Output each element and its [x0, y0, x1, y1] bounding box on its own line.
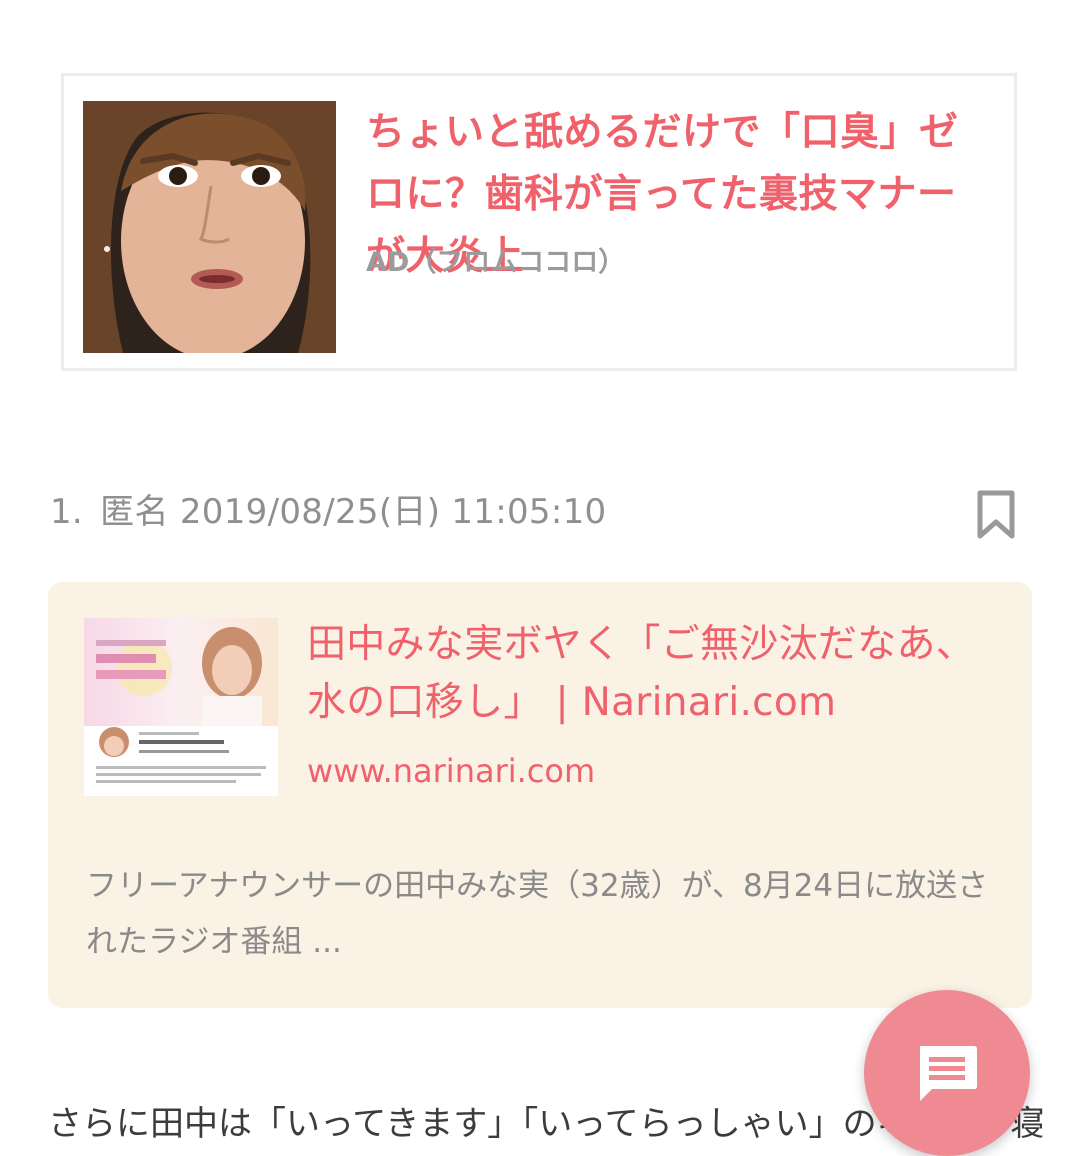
link-preview-description: フリーアナウンサーの田中みな実（32歳）が、8月24日に放送されたラジオ番組 .…	[86, 868, 989, 960]
comment-datetime: 2019/08/25(日) 11:05:10	[179, 492, 607, 532]
ad-card[interactable]: ちょいと舐めるだけで「口臭」ゼロに？歯科が言ってた裏技マナーが大炎上 AD（フロ…	[61, 73, 1017, 371]
comment-meta: 1. 匿名 2019/08/25(日) 11:05:10	[50, 484, 606, 533]
link-preview-title[interactable]: 田中みな実ボヤく「ご無沙汰だなあ、水の口移し」 | Narinari.com	[307, 616, 1007, 732]
link-preview-url[interactable]: www.narinari.com	[307, 752, 595, 790]
comment-number: 1.	[50, 492, 84, 532]
link-preview-card[interactable]: 田中みな実ボヤく「ご無沙汰だなあ、水の口移し」 | Narinari.com w…	[48, 582, 1032, 1008]
bookmark-icon[interactable]	[976, 490, 1016, 540]
comment-fab-button[interactable]	[864, 990, 1030, 1156]
comment-author: 匿名	[100, 492, 169, 532]
ad-source-label: AD（フロムココロ）	[366, 247, 626, 278]
comment-icon	[920, 1046, 977, 1101]
link-preview-thumbnail[interactable]	[84, 618, 278, 796]
ad-thumbnail-image[interactable]	[83, 101, 336, 353]
